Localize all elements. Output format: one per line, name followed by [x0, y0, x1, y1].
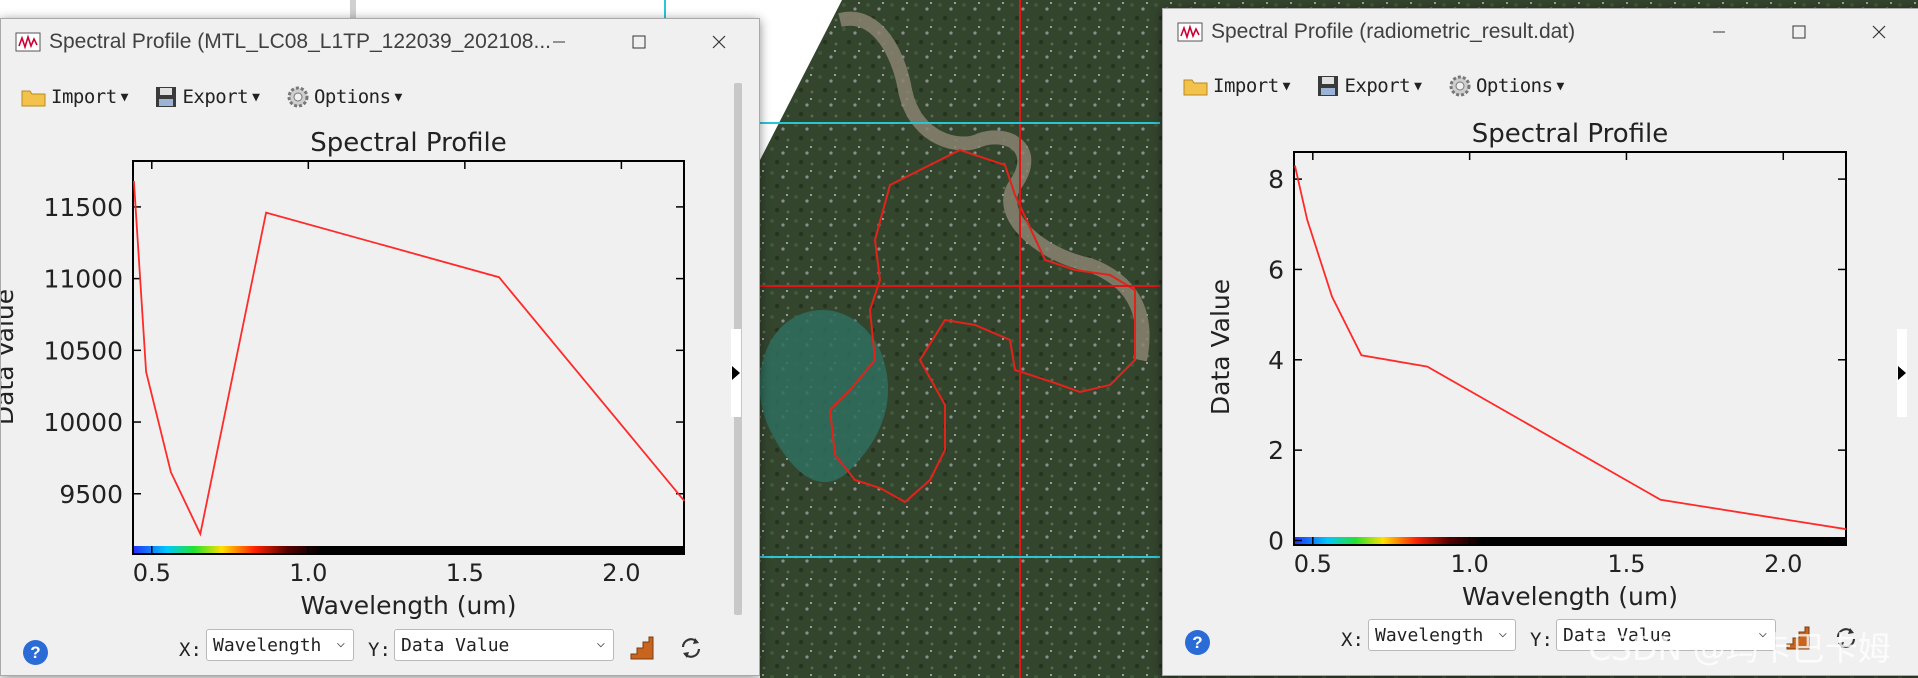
y-tick-label: 10000: [43, 408, 123, 437]
collapse-panel-button[interactable]: [1897, 329, 1907, 417]
y-axis-label: Data Value: [1206, 279, 1235, 415]
y-tick-label: 2: [1268, 436, 1284, 465]
spectral-profile-window-right: Spectral Profile (radiometric_result.dat…: [1162, 8, 1918, 676]
y-tick-label: 6: [1268, 255, 1284, 284]
x-axis-selector-label: X:: [179, 639, 202, 661]
chevron-down-icon: ⌵: [1498, 625, 1507, 641]
collapse-panel-button[interactable]: [731, 329, 741, 417]
x-axis-select-value: Wavelength: [1375, 624, 1484, 646]
x-axis-label: Wavelength (um): [1462, 582, 1678, 611]
x-axis-select-value: Wavelength: [213, 634, 322, 656]
refresh-button[interactable]: [676, 633, 706, 663]
y-axis-select[interactable]: Data Value ⌵: [394, 629, 614, 661]
x-tick-label: 1.0: [289, 559, 327, 587]
triangle-right-icon: [732, 366, 740, 380]
watermark: CSDN @玛卡巴卡姆: [1588, 629, 1891, 668]
spectrum-bar: [134, 546, 683, 553]
spectrum-bar: [1295, 537, 1845, 544]
stairs-icon: [630, 636, 654, 660]
y-tick-label: 11500: [43, 193, 123, 222]
y-tick-label: 8: [1268, 165, 1284, 194]
help-icon[interactable]: ?: [23, 640, 48, 665]
chevron-down-icon: ⌵: [336, 635, 345, 651]
help-icon[interactable]: ?: [1185, 630, 1210, 655]
stretch-button[interactable]: [627, 633, 657, 663]
x-tick-label: 1.5: [1607, 550, 1645, 578]
y-tick-label: 9500: [59, 480, 123, 509]
x-axis-selector-label: X:: [1341, 629, 1364, 651]
y-tick-label: 10500: [43, 336, 123, 365]
y-axis-selector-label: Y:: [1530, 629, 1553, 651]
spectral-profile-window-left: Spectral Profile (MTL_LC08_L1TP_122039_2…: [0, 18, 760, 676]
x-tick-label: 0.5: [1294, 550, 1332, 578]
x-tick-label: 0.5: [133, 559, 171, 587]
spectral-plot[interactable]: Spectral Profile 0.5 1.0 1.5 2.0 0 2 4 6 8 Wavelen…: [1163, 9, 1903, 621]
refresh-icon: [681, 638, 701, 658]
chart-title: Spectral Profile: [310, 128, 506, 158]
y-axis-label: Data Value: [1, 289, 19, 425]
plot-area: [1293, 151, 1847, 546]
spectral-plot[interactable]: Spectral Profile 0.5 1.0 1.5 2.0 9500 10000 105…: [1, 19, 741, 631]
x-tick-label: 1.5: [446, 559, 484, 587]
x-tick-label: 2.0: [1764, 550, 1802, 578]
x-axis-select[interactable]: Wavelength ⌵: [1368, 619, 1516, 651]
x-axis-label: Wavelength (um): [301, 591, 517, 620]
x-tick-label: 2.0: [602, 559, 640, 587]
y-tick-label: 4: [1268, 346, 1284, 375]
plot-area: [132, 160, 685, 555]
y-axis-selector-label: Y:: [368, 639, 391, 661]
y-axis-select-value: Data Value: [401, 634, 510, 656]
triangle-right-icon: [1898, 366, 1906, 380]
y-tick-label: 11000: [43, 265, 123, 294]
chart-title: Spectral Profile: [1472, 119, 1668, 149]
chevron-down-icon: ⌵: [596, 635, 605, 651]
x-tick-label: 1.0: [1451, 550, 1489, 578]
y-tick-label: 0: [1268, 526, 1284, 555]
x-axis-select[interactable]: Wavelength ⌵: [206, 629, 354, 661]
